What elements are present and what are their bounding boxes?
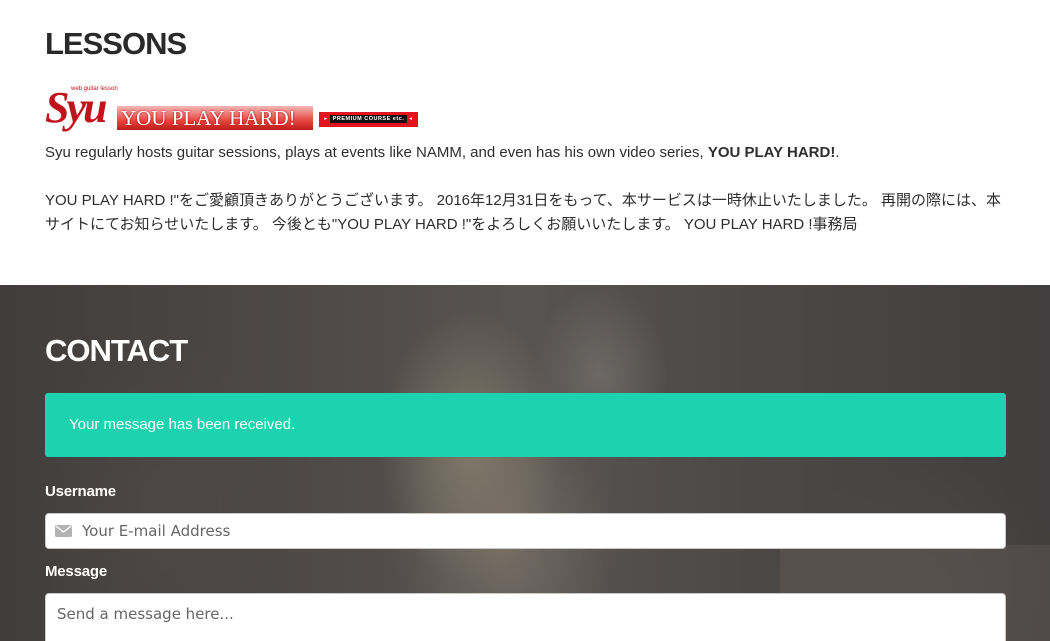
success-alert: Your message has been received. xyxy=(45,393,1006,457)
you-play-hard-logo[interactable]: Syu web guitar lesson YOU PLAY HARD! ▸ P… xyxy=(45,86,419,132)
email-field-wrapper xyxy=(45,513,1006,549)
lessons-heading: LESSONS xyxy=(45,26,187,61)
logo-badge: ▸ PREMIUM COURSE etc. ◂ xyxy=(319,112,418,127)
message-textarea[interactable] xyxy=(46,594,1005,641)
logo-brand: Syu xyxy=(45,83,108,132)
message-label: Message xyxy=(45,563,107,580)
message-field-wrapper xyxy=(45,593,1006,641)
series-name: YOU PLAY HARD! xyxy=(707,144,836,161)
contact-section: CONTACT Your message has been received. … xyxy=(0,285,1050,641)
email-input[interactable] xyxy=(82,514,982,548)
logo-name: YOU PLAY HARD! xyxy=(117,106,313,130)
lessons-section: LESSONS Syu web guitar lesson YOU PLAY H… xyxy=(0,0,1050,285)
logo-tagline: web guitar lesson xyxy=(71,86,118,92)
lessons-notice: YOU PLAY HARD !"をご愛顧頂きありがとうございます。 2016年1… xyxy=(45,192,1002,233)
username-label: Username xyxy=(45,483,116,500)
envelope-icon xyxy=(55,525,72,537)
lessons-intro: Syu regularly hosts guitar sessions, pla… xyxy=(45,144,840,161)
contact-heading: CONTACT xyxy=(45,333,188,368)
